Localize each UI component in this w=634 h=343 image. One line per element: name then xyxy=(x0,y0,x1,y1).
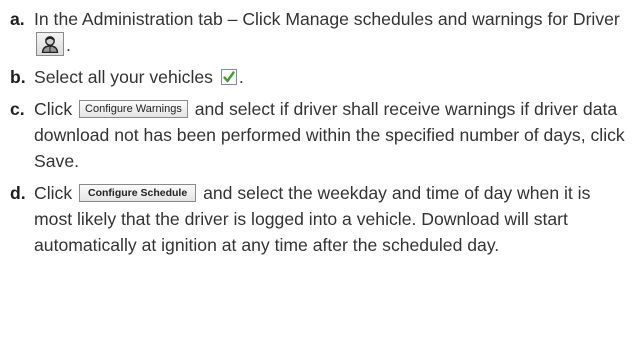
step-letter: b. xyxy=(10,67,26,88)
driver-icon[interactable] xyxy=(36,32,64,57)
step-text: Click Configure Warnings and select if d… xyxy=(34,96,626,174)
step-letter: c. xyxy=(10,99,25,120)
step-a-text-end: . xyxy=(66,35,71,55)
step-letter: d. xyxy=(10,183,26,204)
step-c-text: Click xyxy=(34,99,73,120)
step-b-text-end: . xyxy=(238,67,244,88)
step-c: c. Click Configure Warnings and select i… xyxy=(10,96,626,174)
step-a-text: In the Administration tab – Click Manage… xyxy=(34,9,620,29)
step-b: b. Select all your vehicles . xyxy=(10,64,626,90)
step-text: Select all your vehicles . xyxy=(34,64,626,90)
checkbox-checked-icon[interactable] xyxy=(220,68,237,85)
step-text: In the Administration tab – Click Manage… xyxy=(34,6,626,58)
step-text: Click Configure Schedule and select the … xyxy=(34,180,626,258)
step-letter: a. xyxy=(10,9,25,29)
configure-warnings-button[interactable]: Configure Warnings xyxy=(79,99,188,118)
configure-schedule-button[interactable]: Configure Schedule xyxy=(79,183,197,202)
instruction-list: a. In the Administration tab – Click Man… xyxy=(0,0,634,343)
step-d: d. Click Configure Schedule and select t… xyxy=(10,180,626,258)
step-b-text: Select all your vehicles xyxy=(34,67,213,88)
step-a: a. In the Administration tab – Click Man… xyxy=(10,6,626,58)
step-d-text: Click xyxy=(34,183,73,204)
